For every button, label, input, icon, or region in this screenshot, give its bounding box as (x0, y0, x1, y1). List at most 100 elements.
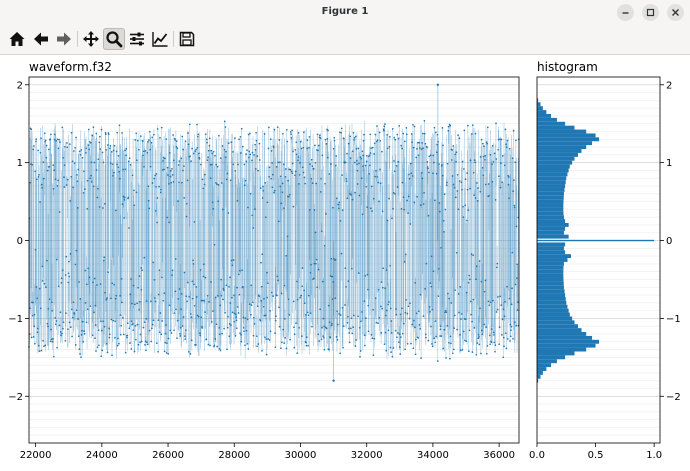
waveform-point (297, 159, 299, 162)
waveform-point (162, 299, 165, 302)
waveform-point (217, 184, 220, 186)
histogram-bar (537, 164, 570, 169)
navigation-toolbar (0, 25, 690, 55)
waveform-point (138, 300, 141, 303)
edit-axes-button[interactable] (149, 28, 171, 50)
waveform-point (423, 120, 426, 122)
histogram-bar (537, 113, 552, 118)
waveform-point (205, 338, 208, 341)
waveform-point (271, 162, 273, 164)
waveform-point (431, 343, 433, 345)
waveform-point (497, 148, 500, 151)
waveform-point (253, 323, 256, 325)
waveform-point (369, 133, 372, 136)
arrow-right-icon (57, 32, 71, 46)
waveform-point (59, 331, 62, 333)
waveform-point (328, 173, 331, 175)
waveform-point (256, 305, 259, 308)
waveform-point (241, 269, 243, 271)
waveform-point (301, 166, 304, 169)
minimize-button[interactable] (617, 4, 634, 21)
waveform-point (261, 197, 264, 199)
waveform-point (291, 172, 294, 175)
waveform-point (61, 269, 64, 272)
waveform-point (313, 277, 315, 280)
waveform-point (412, 146, 415, 149)
waveform-point (137, 148, 140, 151)
close-button[interactable] (667, 4, 684, 21)
forward-button[interactable] (53, 28, 75, 50)
waveform-point (453, 186, 456, 189)
waveform-point (149, 130, 151, 133)
waveform-point (160, 126, 163, 129)
waveform-point (92, 185, 95, 188)
waveform-point (437, 267, 440, 270)
waveform-point (402, 132, 405, 135)
histogram-bar (537, 320, 575, 325)
pan-button[interactable] (80, 28, 102, 50)
waveform-point (447, 292, 449, 295)
waveform-point (137, 286, 139, 289)
figure-canvas[interactable]: −2 −1 0 1 2 22000 24000 26000 28000 30000 32000 340… (0, 55, 690, 467)
waveform-point (480, 280, 483, 283)
histogram-bar (537, 269, 564, 274)
waveform-point (413, 201, 416, 204)
waveform-point (197, 133, 200, 136)
waveform-point (509, 340, 511, 342)
waveform-point (274, 319, 277, 322)
waveform-point (407, 195, 410, 198)
zoom-button[interactable] (103, 28, 125, 50)
waveform-point (426, 146, 428, 149)
waveform-point (476, 200, 479, 202)
histogram-bar (537, 121, 566, 126)
save-button[interactable] (176, 28, 198, 50)
waveform-point (153, 177, 156, 180)
waveform-point (340, 127, 343, 130)
waveform-point (38, 287, 41, 290)
waveform-point (498, 343, 501, 346)
waveform-point (181, 325, 184, 327)
waveform-point (93, 311, 95, 314)
configure-subplots-button[interactable] (126, 28, 148, 50)
histogram-ytick-label: 2 (666, 80, 672, 91)
waveform-point (224, 311, 226, 314)
waveform-point (348, 332, 351, 334)
waveform-point (70, 131, 73, 134)
waveform-point (261, 349, 263, 352)
waveform-point (337, 203, 340, 206)
waveform-point (406, 342, 409, 345)
histogram-bar (537, 242, 566, 247)
waveform-point (123, 196, 126, 199)
waveform-point (189, 353, 192, 355)
waveform-point (451, 175, 454, 177)
waveform-point (92, 126, 95, 128)
waveform-point (380, 332, 383, 334)
waveform-point (72, 150, 75, 152)
waveform-point (283, 207, 285, 209)
waveform-point (69, 326, 72, 328)
waveform-point (60, 281, 63, 284)
waveform-point (412, 124, 414, 126)
waveform-point (203, 173, 206, 176)
waveform-point (224, 126, 227, 128)
waveform-point (277, 161, 280, 164)
waveform-point (237, 163, 239, 166)
back-button[interactable] (30, 28, 52, 50)
waveform-point (361, 150, 364, 153)
histogram-bar (537, 312, 570, 317)
waveform-ytick-label: −2 (8, 392, 23, 403)
waveform-point (136, 139, 139, 142)
maximize-button[interactable] (642, 4, 659, 21)
waveform-point (393, 136, 396, 139)
waveform-point (270, 150, 273, 152)
waveform-point (133, 350, 136, 353)
waveform-point (105, 149, 107, 151)
waveform-point (145, 300, 148, 302)
home-button[interactable] (6, 28, 28, 50)
waveform-point (277, 220, 280, 223)
waveform-point (135, 132, 138, 135)
waveform-point (333, 136, 336, 139)
waveform-point (133, 189, 135, 192)
waveform-point (480, 352, 482, 355)
waveform-point (480, 138, 483, 141)
